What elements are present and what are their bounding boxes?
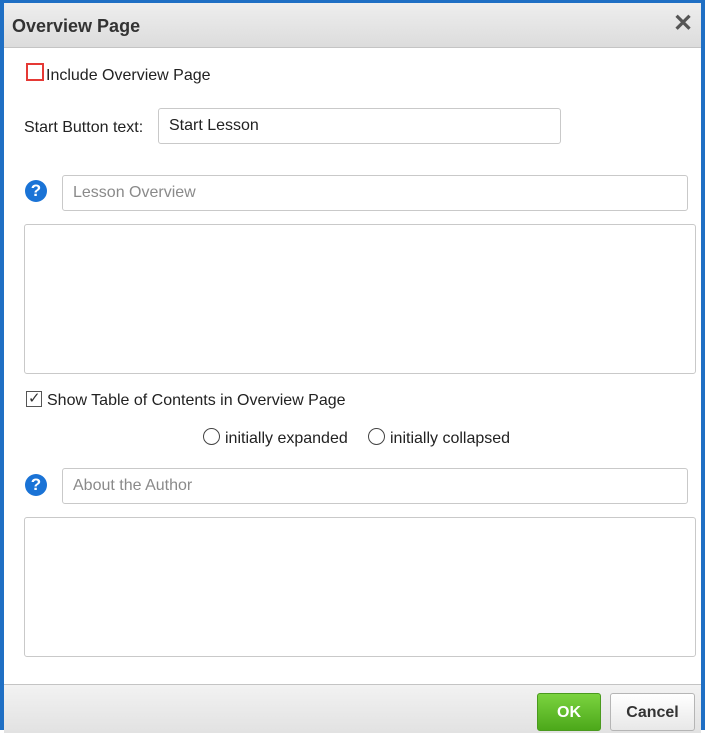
dialog-footer: OK Cancel bbox=[4, 684, 701, 733]
cancel-button[interactable]: Cancel bbox=[610, 693, 695, 731]
dialog-title: Overview Page bbox=[12, 16, 141, 36]
start-button-text-input[interactable] bbox=[158, 108, 561, 144]
show-toc-label: Show Table of Contents in Overview Page bbox=[47, 392, 346, 409]
show-toc-checkbox[interactable]: ✓ bbox=[26, 390, 42, 407]
checkmark-icon: ✓ bbox=[28, 390, 41, 407]
start-button-text-label: Start Button text: bbox=[24, 119, 144, 136]
about-author-help-icon[interactable]: ? bbox=[25, 474, 47, 496]
overview-page-dialog: Overview Page ✕ Include Overview Page St… bbox=[0, 0, 705, 733]
lesson-overview-help-icon[interactable]: ? bbox=[25, 180, 47, 202]
dialog-titlebar: Overview Page ✕ bbox=[4, 3, 701, 48]
initially-collapsed-radio[interactable] bbox=[368, 428, 385, 445]
about-author-body-textarea[interactable] bbox=[24, 517, 696, 657]
initially-expanded-label: initially expanded bbox=[225, 430, 348, 447]
close-icon[interactable]: ✕ bbox=[671, 12, 695, 37]
about-author-title-input[interactable] bbox=[62, 468, 688, 504]
lesson-overview-body-textarea[interactable] bbox=[24, 224, 696, 374]
include-overview-label: Include Overview Page bbox=[46, 67, 211, 84]
initially-collapsed-label: initially collapsed bbox=[390, 430, 511, 447]
lesson-overview-title-input[interactable] bbox=[62, 175, 688, 211]
include-overview-checkbox[interactable] bbox=[26, 63, 44, 81]
ok-button[interactable]: OK bbox=[537, 693, 601, 731]
initially-expanded-radio[interactable] bbox=[203, 428, 220, 445]
